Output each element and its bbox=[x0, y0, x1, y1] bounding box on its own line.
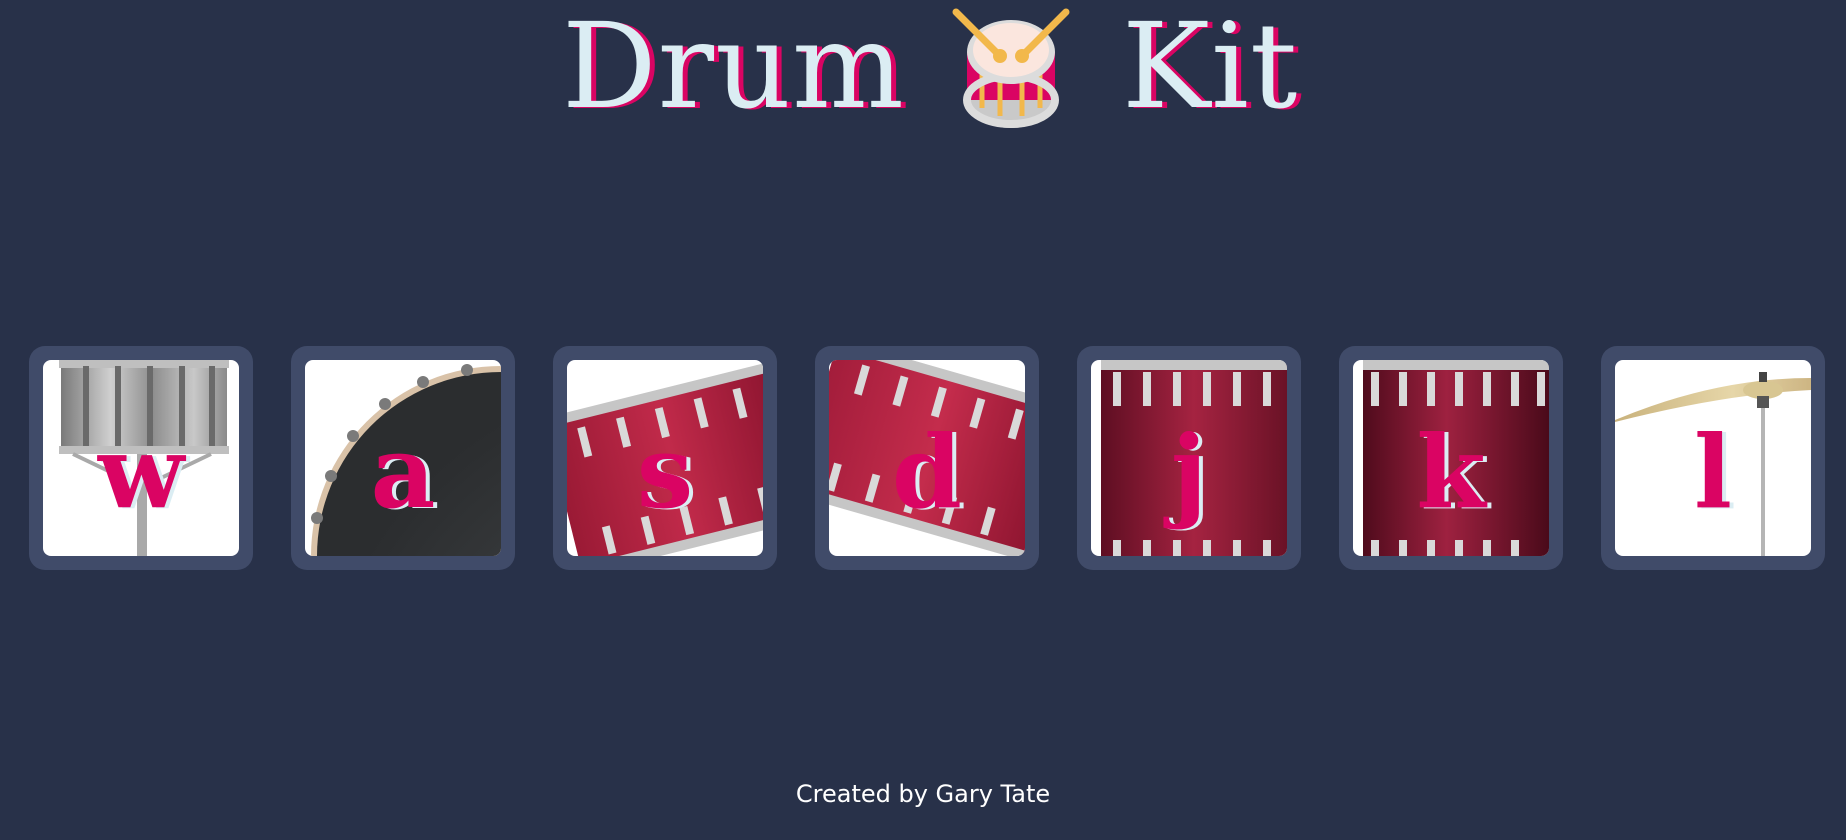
drum-pad-w[interactable]: w bbox=[29, 346, 253, 570]
drum-pad-l[interactable]: l bbox=[1601, 346, 1825, 570]
drum-pad-face: s bbox=[567, 360, 763, 556]
drum-pad-face: d bbox=[829, 360, 1025, 556]
pad-key-label: s bbox=[636, 413, 694, 531]
drum-emoji-icon bbox=[952, 8, 1070, 128]
drum-pad-a[interactable]: a bbox=[291, 346, 515, 570]
drum-pad-s[interactable]: s bbox=[553, 346, 777, 570]
drum-pad-face: a bbox=[305, 360, 501, 556]
page-header: Drum Kit bbox=[0, 0, 1846, 140]
pad-key-label: k bbox=[1416, 413, 1486, 531]
drum-pad-k[interactable]: k bbox=[1339, 346, 1563, 570]
drum-pad-face: l bbox=[1615, 360, 1811, 556]
drum-pad-face: k bbox=[1353, 360, 1549, 556]
pad-key-label: d bbox=[892, 413, 962, 531]
drum-pad-j[interactable]: j bbox=[1077, 346, 1301, 570]
drum-pad-row: w a s d j k l bbox=[0, 346, 1846, 572]
pad-key-label: w bbox=[97, 413, 185, 531]
pad-key-label: j bbox=[1170, 413, 1208, 531]
pad-key-label: l bbox=[1694, 413, 1732, 531]
drum-pad-face: j bbox=[1091, 360, 1287, 556]
drum-pad-face: w bbox=[43, 360, 239, 556]
title-drum: Drum bbox=[562, 0, 905, 135]
drum-pad-d[interactable]: d bbox=[815, 346, 1039, 570]
footer-credit: Created by Gary Tate bbox=[795, 780, 1051, 808]
pad-key-label: a bbox=[370, 413, 436, 531]
title-kit: Kit bbox=[1122, 0, 1299, 135]
